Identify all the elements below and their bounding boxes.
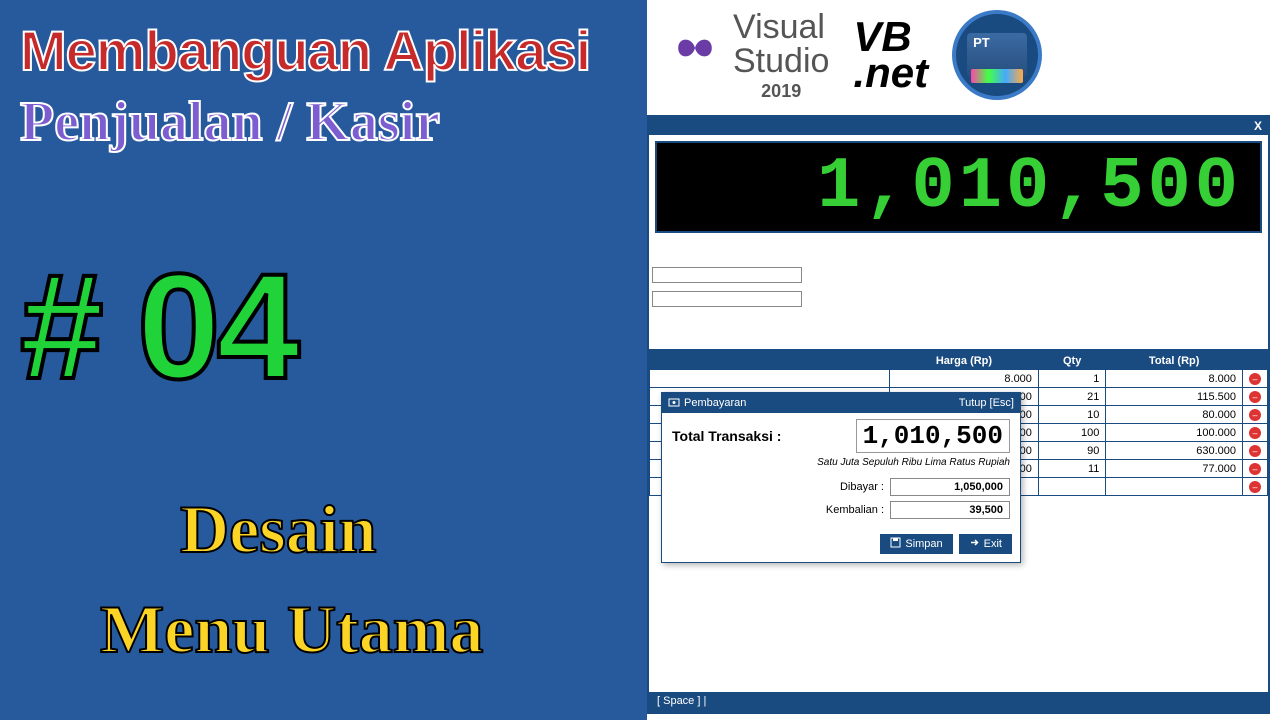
dibayar-label: Dibayar : xyxy=(840,481,884,493)
cell-total: 8.000 xyxy=(1106,370,1243,388)
payment-icon xyxy=(668,396,680,411)
delete-row-icon[interactable]: – xyxy=(1249,427,1261,439)
video-title-overlay: Membanguan Aplikasi Penjualan / Kasir # … xyxy=(0,0,647,720)
channel-logo xyxy=(952,10,1042,100)
col-qty: Qty xyxy=(1038,352,1105,370)
app-screenshot-pane: Visual Studio 2019 VB .net X 1,010,500 xyxy=(647,0,1280,720)
simpan-label: Simpan xyxy=(905,538,942,550)
text-input-2[interactable] xyxy=(652,291,802,307)
status-bar: [ Space ] | xyxy=(649,692,1268,712)
cell-qty: 100 xyxy=(1038,424,1105,442)
cell-qty: 1 xyxy=(1038,370,1105,388)
overlay-subtitle-1: Desain xyxy=(180,490,376,569)
simpan-button[interactable]: Simpan xyxy=(880,534,952,554)
overlay-subtitle-2: Menu Utama xyxy=(100,590,483,669)
payment-dialog-titlebar: Pembayaran Tutup [Esc] xyxy=(662,393,1020,413)
save-icon xyxy=(890,537,901,551)
logo-bar: Visual Studio 2019 VB .net xyxy=(647,0,1280,110)
cell-total: 630.000 xyxy=(1106,442,1243,460)
exit-button[interactable]: Exit xyxy=(959,534,1012,554)
cell-qty: 11 xyxy=(1038,460,1105,478)
cell-total xyxy=(1106,478,1243,496)
vs-infinity-icon xyxy=(667,20,723,90)
cell-total: 80.000 xyxy=(1106,406,1243,424)
book-icon xyxy=(971,69,1023,83)
table-header-spacer xyxy=(650,352,890,370)
visual-studio-logo: Visual Studio 2019 xyxy=(667,10,829,100)
kembalian-label: Kembalian : xyxy=(826,504,884,516)
row-leading-cell xyxy=(650,370,890,388)
laptop-icon xyxy=(967,33,1027,77)
delete-row-icon[interactable]: – xyxy=(1249,445,1261,457)
kembalian-value: 39,500 xyxy=(890,501,1010,519)
table-row: 8.00018.000– xyxy=(650,370,1268,388)
total-transaksi-label: Total Transaksi : xyxy=(672,428,781,444)
cell-harga: 8.000 xyxy=(890,370,1039,388)
cell-qty: 10 xyxy=(1038,406,1105,424)
cell-total: 100.000 xyxy=(1106,424,1243,442)
vbnet-bottom: .net xyxy=(853,55,928,91)
delete-row-icon[interactable]: – xyxy=(1249,391,1261,403)
delete-row-icon[interactable]: – xyxy=(1249,373,1261,385)
total-transaksi-value: 1,010,500 xyxy=(856,419,1010,453)
grand-total-display: 1,010,500 xyxy=(655,141,1262,233)
overlay-episode-number: # 04 xyxy=(20,240,296,413)
input-group xyxy=(652,267,802,315)
vs-text-2: Studio xyxy=(733,44,829,78)
payment-dialog-title: Pembayaran xyxy=(684,397,746,409)
terbilang-text: Satu Juta Sepuluh Ribu Lima Ratus Rupiah xyxy=(672,457,1010,468)
cell-qty: 90 xyxy=(1038,442,1105,460)
col-harga: Harga (Rp) xyxy=(890,352,1039,370)
vs-text-1: Visual xyxy=(733,10,829,44)
delete-row-icon[interactable]: – xyxy=(1249,463,1261,475)
text-input-1[interactable] xyxy=(652,267,802,283)
dibayar-input[interactable]: 1,050,000 xyxy=(890,478,1010,496)
overlay-title-line1: Membanguan Aplikasi xyxy=(20,18,590,83)
cell-qty: 21 xyxy=(1038,388,1105,406)
payment-dialog: Pembayaran Tutup [Esc] Total Transaksi :… xyxy=(661,392,1021,563)
exit-icon xyxy=(969,537,980,551)
cell-qty xyxy=(1038,478,1105,496)
col-delete xyxy=(1243,352,1268,370)
vs-year: 2019 xyxy=(733,82,829,100)
cell-total: 77.000 xyxy=(1106,460,1243,478)
pos-app-window: X 1,010,500 Harga (Rp) Qty Total (Rp) xyxy=(647,115,1270,714)
delete-row-icon[interactable]: – xyxy=(1249,481,1261,493)
window-titlebar: X xyxy=(649,117,1268,135)
payment-dialog-close-hint[interactable]: Tutup [Esc] xyxy=(959,397,1014,409)
vbnet-logo: VB .net xyxy=(853,19,928,90)
col-total: Total (Rp) xyxy=(1106,352,1243,370)
cell-total: 115.500 xyxy=(1106,388,1243,406)
window-close-button[interactable]: X xyxy=(1248,119,1268,133)
overlay-title-line2: Penjualan / Kasir xyxy=(20,90,440,154)
exit-label: Exit xyxy=(984,538,1002,550)
delete-row-icon[interactable]: – xyxy=(1249,409,1261,421)
